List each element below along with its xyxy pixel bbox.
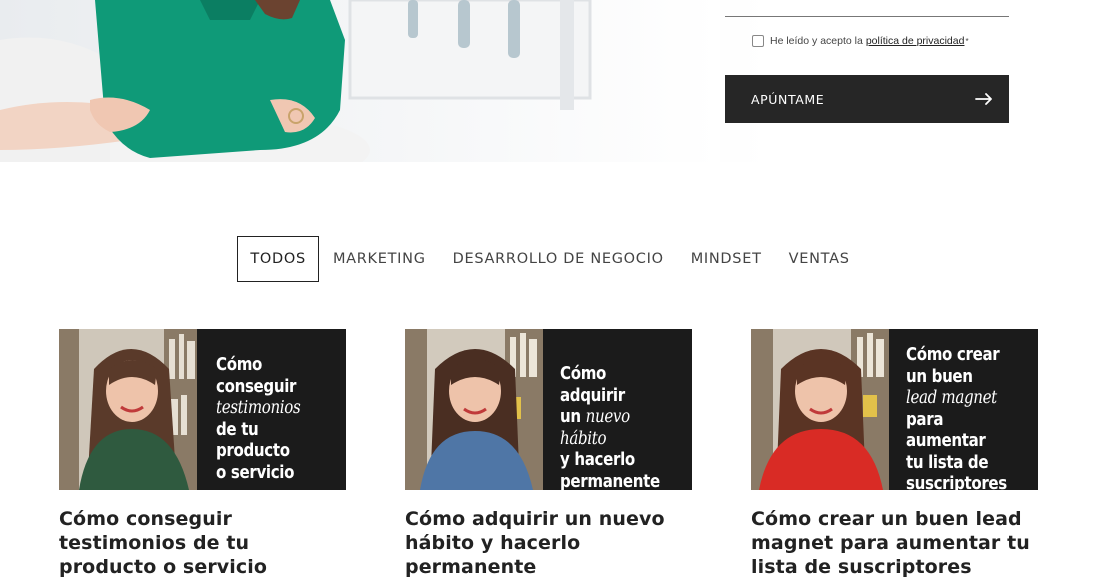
thumb-caption-line: conseguir [216, 376, 297, 397]
post-card[interactable]: Cómo adquirir un nuevo hábito y hacerlo per… [405, 329, 692, 579]
thumb-caption-script: testimonios [216, 398, 301, 418]
thumb-caption: Cómo crear un buen lead magnet para aumenta… [906, 345, 1020, 490]
thumb-caption-line: Cómo [216, 355, 263, 375]
post-title[interactable]: Cómo adquirir un nuevo hábito y hacerlo … [405, 507, 692, 579]
thumb-caption-script: lead magnet [906, 388, 997, 408]
tab-ventas[interactable]: VENTAS [775, 236, 863, 282]
thumb-caption-line: un [560, 407, 581, 427]
thumb-caption: Cómo conseguir testimonios de tu producto o … [216, 355, 328, 484]
thumb-caption-line: Cómo crear [906, 345, 1000, 365]
privacy-text: He leído y acepto la [770, 35, 863, 47]
subscribe-button[interactable]: APÚNTAME [725, 75, 1009, 123]
email-field[interactable] [725, 0, 1009, 17]
thumb-caption-line: de tu producto [216, 419, 290, 462]
thumb-caption-line: tu lista de [906, 452, 989, 473]
privacy-checkbox[interactable] [752, 35, 764, 47]
post-card[interactable]: Cómo crear un buen lead magnet para aumenta… [751, 329, 1038, 579]
thumb-caption-line: suscriptores [906, 474, 1007, 490]
tab-desarrollo-de-negocio[interactable]: DESARROLLO DE NEGOCIO [439, 236, 677, 282]
tab-todos[interactable]: TODOS [236, 236, 320, 282]
thumb-caption-line: permanente [560, 471, 660, 491]
privacy-policy-link[interactable]: política de privacidad [866, 35, 965, 47]
thumb-caption-line: o servicio [216, 462, 295, 483]
post-thumbnail[interactable]: Cómo adquirir un nuevo hábito y hacerlo per… [405, 329, 692, 490]
subscribe-button-label: APÚNTAME [751, 91, 825, 107]
thumb-caption-line: para aumentar [906, 409, 986, 452]
post-card[interactable]: Cómo conseguir testimonios de tu producto o … [59, 329, 346, 579]
post-thumbnail[interactable]: Cómo conseguir testimonios de tu producto o … [59, 329, 346, 490]
required-mark: * [965, 36, 969, 46]
privacy-consent: He leído y acepto la política de privaci… [752, 34, 969, 48]
newsletter-form: He leído y acepto la política de privaci… [725, 0, 1009, 162]
category-tabs: TODOS MARKETING DESARROLLO DE NEGOCIO MI… [0, 236, 1100, 282]
post-title[interactable]: Cómo conseguir testimonios de tu product… [59, 507, 346, 579]
thumb-caption-line: Cómo adquirir [560, 364, 625, 406]
hero-section: He leído y acepto la política de privaci… [0, 0, 1100, 162]
thumb-caption-line: un buen [906, 366, 973, 387]
hero-photo [0, 0, 720, 162]
post-thumbnail[interactable]: Cómo crear un buen lead magnet para aumenta… [751, 329, 1038, 490]
tab-mindset[interactable]: MINDSET [677, 236, 775, 282]
post-title[interactable]: Cómo crear un buen lead magnet para aume… [751, 507, 1038, 579]
thumb-caption: Cómo adquirir un nuevo hábito y hacerlo per… [560, 364, 674, 490]
tab-marketing[interactable]: MARKETING [319, 236, 439, 282]
arrow-right-icon [975, 93, 992, 105]
thumb-caption-line: y hacerlo [560, 450, 635, 470]
